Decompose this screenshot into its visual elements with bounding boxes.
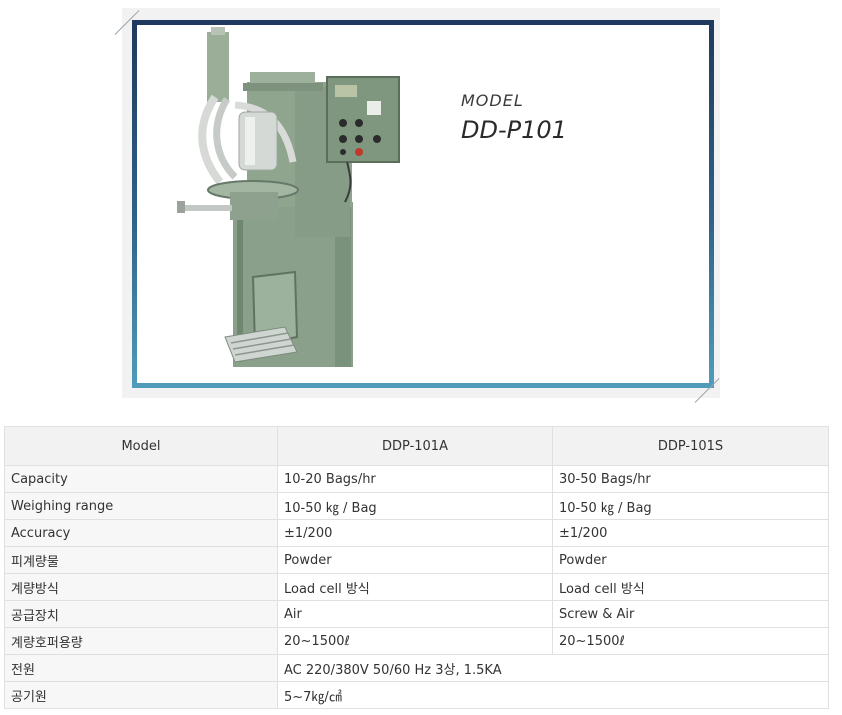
- cell-ddp-101s: 10-50 ㎏ / Bag: [552, 492, 829, 520]
- table-row: 전원 AC 220/380V 50/60 Hz 3상, 1.5KA: [4, 654, 829, 682]
- cell-ddp-101s: 20~1500ℓ: [552, 627, 829, 655]
- cell-merged: 5~7㎏/㎠: [277, 681, 829, 709]
- header-ddp-101a: DDP-101A: [277, 426, 553, 466]
- table-header-row: Model DDP-101A DDP-101S: [4, 426, 829, 466]
- table-row: Capacity 10-20 Bags/hr 30-50 Bags/hr: [4, 465, 829, 493]
- row-label: 계량호퍼용량: [4, 627, 278, 655]
- cell-ddp-101s: Screw & Air: [552, 600, 829, 628]
- table-row: 공급장치 Air Screw & Air: [4, 600, 829, 628]
- model-name: DD-P101: [461, 116, 567, 144]
- cell-ddp-101s: Load cell 방식: [552, 573, 829, 601]
- cell-ddp-101a: 10-20 Bags/hr: [277, 465, 553, 493]
- cell-ddp-101a: 20~1500ℓ: [277, 627, 553, 655]
- header-ddp-101s: DDP-101S: [552, 426, 829, 466]
- table-row: 계량방식 Load cell 방식 Load cell 방식: [4, 573, 829, 601]
- row-label: 전원: [4, 654, 278, 682]
- cell-ddp-101s: 30-50 Bags/hr: [552, 465, 829, 493]
- cell-ddp-101a: Load cell 방식: [277, 573, 553, 601]
- cell-ddp-101a: ±1/200: [277, 519, 553, 547]
- table-row: 공기원 5~7㎏/㎠: [4, 681, 829, 709]
- cell-ddp-101a: Air: [277, 600, 553, 628]
- table-row: 피계량물 Powder Powder: [4, 546, 829, 574]
- header-model: Model: [4, 426, 278, 466]
- row-label: 공급장치: [4, 600, 278, 628]
- cell-ddp-101a: Powder: [277, 546, 553, 574]
- table-row: 계량호퍼용량 20~1500ℓ 20~1500ℓ: [4, 627, 829, 655]
- row-label: 계량방식: [4, 573, 278, 601]
- row-label: Accuracy: [4, 519, 278, 547]
- specification-table: Model DDP-101A DDP-101S Capacity 10-20 B…: [4, 426, 829, 709]
- packing-machine-illustration: [177, 27, 400, 367]
- cell-ddp-101a: 10-50 ㎏ / Bag: [277, 492, 553, 520]
- table-row: Accuracy ±1/200 ±1/200: [4, 519, 829, 547]
- row-label: 피계량물: [4, 546, 278, 574]
- row-label: Weighing range: [4, 492, 278, 520]
- cell-ddp-101s: ±1/200: [552, 519, 829, 547]
- cell-merged: AC 220/380V 50/60 Hz 3상, 1.5KA: [277, 654, 829, 682]
- table-row: Weighing range 10-50 ㎏ / Bag 10-50 ㎏ / B…: [4, 492, 829, 520]
- model-caption: MODEL: [461, 91, 524, 110]
- cell-ddp-101s: Powder: [552, 546, 829, 574]
- row-label: 공기원: [4, 681, 278, 709]
- row-label: Capacity: [4, 465, 278, 493]
